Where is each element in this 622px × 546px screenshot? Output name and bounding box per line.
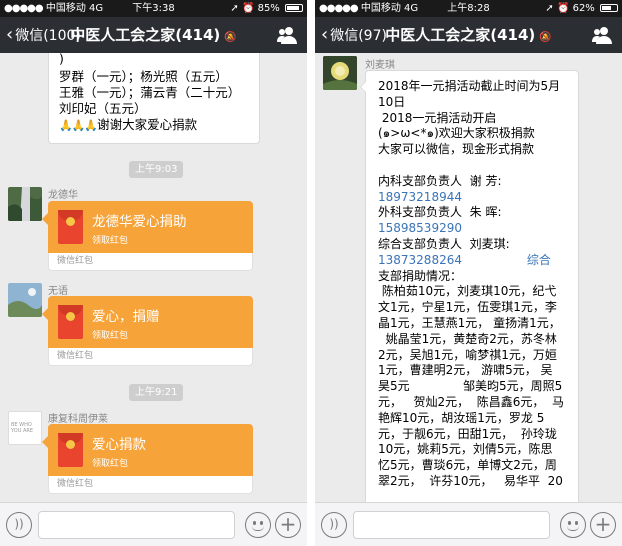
message-line: 10日 [378,94,406,109]
message-input[interactable] [38,511,235,539]
message-line: 大家可以微信，现金形式捐款 [378,142,535,157]
status-bar: ●●●●● 中国移动 4G 下午3:38 ➚ ⏰ 85% [0,0,307,17]
input-bar: )) + [315,502,622,546]
message-line: 晶1元，王慧燕1元， 童扬清1元， [378,315,561,330]
chat-nav-bar: ‹ 微信(97) 中医人工会之家(414) 🔕 [315,17,622,53]
group-members-icon[interactable] [277,26,297,44]
red-envelope-icon [58,305,83,339]
battery-icon [600,4,618,12]
message-input[interactable] [353,511,550,539]
message-line: 文1元，宁星1元，伍雯琪1元，李 [378,300,557,315]
red-packet-footer: 微信红包 [48,253,253,271]
message-line: 支部捐助情况： [378,268,463,283]
chat-nav-bar: ‹ 微信(100) 中医人工会之家(414) 🔕 [0,17,307,53]
sender-name: 无语 [48,286,68,297]
sender-name: 龙德华 [48,190,78,201]
chat-title: 中医人工会之家(414) 🔕 [385,26,552,44]
group-members-icon[interactable] [592,26,612,44]
avatar[interactable] [8,187,42,221]
avatar[interactable] [323,56,357,90]
red-packet-message[interactable]: 龙德华爱心捐助 领取红包 微信红包 [42,201,253,271]
red-envelope-icon [58,210,83,244]
red-packet-footer: 微信红包 [48,476,253,494]
avatar[interactable] [8,283,42,317]
red-envelope-icon [58,433,83,467]
voice-icon[interactable]: )) [6,512,32,538]
alarm-icon: ⏰ [241,3,255,14]
message-line [378,158,572,174]
message-text: 2018年一元捐活动截止时间为5月 10日 2018一元捐活动开启 (๑>ω<*๑)… [378,79,572,507]
message-line: 元，于靓6元，田甜1元， 孙玲珑 [378,426,557,441]
timestamp: 上午9:21 [129,384,184,401]
message-bubble: ) 罗群（一元）；杨光照（五元） 王雅（一元）；蒲云青（二十元） 刘印妃（五元）… [48,51,260,144]
praying-hands-icon: 🙏🙏🙏 [59,119,98,132]
message-line: 2018一元捐活动开启 [378,110,497,125]
message-line: 2元，吴旭1元，喻梦祺1元，万姮 [378,347,557,362]
status-bar: ●●●●● 中国移动 4G 上午8:28 ➚ ⏰ 62% [315,0,622,17]
timestamp: 上午9:03 [129,161,184,178]
right-chat-screen: ●●●●● 中国移动 4G 上午8:28 ➚ ⏰ 62% ‹ 微信(97) 中医人… [315,0,622,546]
alarm-icon: ⏰ [556,3,570,14]
message-line: 综合支部负责人 刘麦琪: [378,236,510,251]
message-line: 姚晶莹1元，黄楚奇2元，苏冬林 [378,331,557,346]
phone-number-link[interactable]: 18973218944 [378,190,572,206]
message-line: 元， 贺灿2元， 陈昌鑫6元， 马 [378,394,564,409]
message-line: 外科支部负责人 朱 晖: [378,205,502,220]
red-packet-message[interactable]: 爱心，捐赠 领取红包 微信红包 [42,296,253,366]
message-line: 昊5元 邹美昀5元，周照5 [378,379,563,394]
plus-icon[interactable]: + [275,512,301,538]
message-line: 2018年一元捐活动截止时间为5月 [378,79,561,93]
battery-status: ➚ ⏰ 62% [545,0,618,17]
sender-name: 刘麦琪 [365,60,395,71]
message-line: 忆5元，曹琰6元，单博文2元，周 [378,458,557,473]
message-line: 翠2元， 许芬10元， 易华平 20 [378,473,563,488]
message-bubble: 2018年一元捐活动截止时间为5月 10日 2018一元捐活动开启 (๑>ω<*๑)… [360,70,579,510]
message-line: 艳辉10元，胡汝瑶1元，罗龙 5 [378,410,545,425]
red-packet-footer: 微信红包 [48,348,253,366]
voice-icon[interactable]: )) [321,512,347,538]
phone-number-link[interactable]: 13873288264 综合 [378,253,572,269]
message-line: (๑>ω<*๑)欢迎大家积极捐款 [378,126,535,141]
emoji-icon[interactable] [245,512,271,538]
message-line: 10元，姚莉5元，刘倩5元，陈思 [378,442,553,457]
left-chat-screen: ●●●●● 中国移动 4G 下午3:38 ➚ ⏰ 85% ‹ 微信(100) 中医… [0,0,307,546]
emoji-icon[interactable] [560,512,586,538]
location-icon: ➚ [545,3,554,14]
input-bar: )) + [0,502,307,546]
location-icon: ➚ [230,3,239,14]
message-line: 内科支部负责人 谢 芳: [378,173,502,188]
sender-name: 康复科周伊莱 [48,414,108,425]
message-line: 1元，曹建明2元， 游啸5元， 吴 [378,363,553,378]
red-packet-message[interactable]: 爱心捐款 领取红包 微信红包 [42,424,253,494]
mute-icon: 🔕 [224,32,237,43]
mute-icon: 🔕 [539,32,552,43]
plus-icon[interactable]: + [590,512,616,538]
battery-icon [285,4,303,12]
avatar[interactable]: BE WHO YOU ARE [8,411,42,445]
phone-number-link[interactable]: 15898539290 [378,221,572,237]
message-line: 陈柏茹10元，刘麦琪10元，纪弋 [378,284,557,299]
battery-status: ➚ ⏰ 85% [230,0,303,17]
